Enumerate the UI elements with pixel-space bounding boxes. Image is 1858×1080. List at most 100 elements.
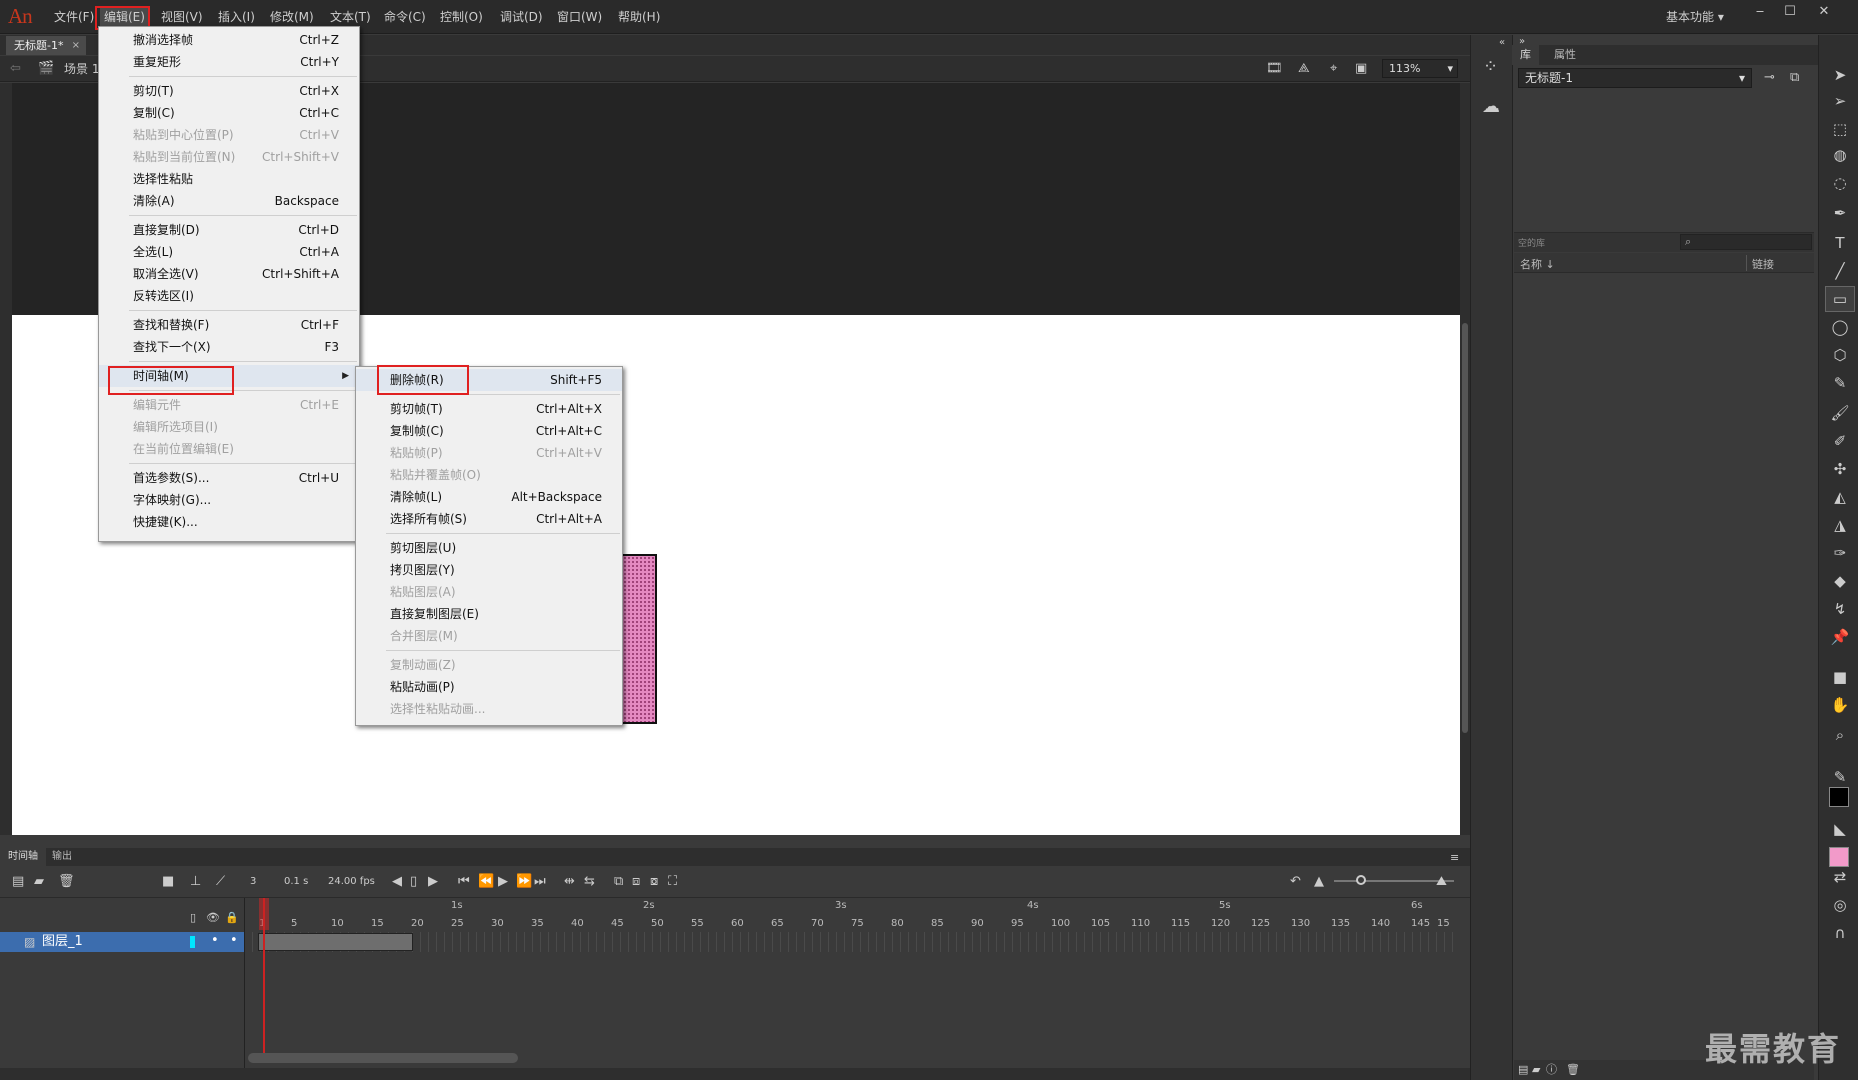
polystar-icon[interactable]: ⬡ [1829, 345, 1851, 365]
menu-4[interactable]: 插入(I) [214, 6, 259, 28]
delete-layer-icon[interactable]: 🗑 [58, 874, 75, 890]
onion-outline-icon[interactable]: ⧈ [632, 874, 640, 890]
stroke-color-icon[interactable]: ✎ [1829, 767, 1851, 787]
new-library-panel-icon[interactable]: ⧉ [1790, 70, 1799, 86]
playhead[interactable] [263, 898, 265, 1053]
workspace-switcher[interactable]: 基本功能 ▾ [1666, 7, 1724, 27]
properties-icon[interactable]: ⓘ [1546, 1062, 1557, 1078]
tab-library[interactable]: 库 [1512, 45, 1539, 65]
edit-scene-icon[interactable]: 🎞 [1266, 61, 1283, 77]
document-tab[interactable]: 无标题-1* × [6, 36, 86, 55]
edit-multiple-frames-icon[interactable]: ⧇ [650, 874, 658, 890]
elapsed-time[interactable]: 0.1 s [284, 874, 308, 890]
zoom-tool-icon[interactable]: ⌕ [1829, 725, 1851, 745]
edit-menu-item[interactable]: 撤消选择帧 Ctrl+Z [99, 29, 359, 51]
tab-timeline[interactable]: 时间轴 [0, 848, 46, 866]
center-frame-icon[interactable]: ⇹ [564, 874, 575, 890]
object-drawing-icon[interactable]: ∩ [1829, 923, 1851, 943]
edit-menu-item[interactable]: 剪切(T) Ctrl+X [99, 80, 359, 102]
scrollbar-thumb[interactable] [1462, 323, 1468, 733]
timeline-menu-item[interactable]: 拷贝图层(Y) [356, 559, 622, 581]
eye-icon[interactable]: 👁 [206, 910, 220, 926]
eyedropper-icon[interactable]: ✑ [1829, 543, 1851, 563]
eraser-icon[interactable]: ◆ [1829, 571, 1851, 591]
tab-properties[interactable]: 属性 [1546, 45, 1584, 65]
center-stage-icon[interactable]: ⌖ [1330, 61, 1337, 77]
clip-content-icon[interactable]: ▣ [1355, 61, 1367, 77]
fill-swatch[interactable] [1829, 847, 1849, 867]
ink-bottle-icon[interactable]: ◮ [1829, 515, 1851, 535]
timeline-menu-item[interactable]: 粘贴动画(P) [356, 676, 622, 698]
edit-menu-item[interactable]: 清除(A) Backspace [99, 190, 359, 212]
menu-1[interactable]: 文件(F) [50, 6, 98, 28]
menu-9[interactable]: 调试(D) [496, 6, 547, 28]
outline-header-icon[interactable]: ▯ [190, 910, 196, 926]
pen-tool-icon[interactable]: ✒ [1829, 203, 1851, 223]
frame-rate[interactable]: 24.00 fps [328, 874, 375, 890]
new-layer-icon[interactable]: ▤ [12, 874, 24, 890]
minimize-icon[interactable]: ‒ [1746, 2, 1774, 22]
swap-colors-icon[interactable]: ⇄ [1829, 867, 1851, 887]
camera-icon[interactable]: ■ [162, 874, 174, 890]
timeline-menu-item[interactable]: 直接复制图层(E) [356, 603, 622, 625]
tab-output[interactable]: 输出 [44, 848, 80, 866]
frame-grid[interactable] [245, 932, 1455, 952]
pink-rectangle-shape[interactable] [621, 554, 657, 724]
edit-menu-item[interactable]: 快捷键(K)... [99, 511, 359, 533]
timeline-menu-item[interactable]: 清除帧(L) Alt+Backspace [356, 486, 622, 508]
line-tool-icon[interactable]: ╱ [1829, 261, 1851, 281]
current-frame[interactable]: 3 [250, 874, 256, 890]
edit-menu-item[interactable]: 首选参数(S)... Ctrl+U [99, 467, 359, 489]
edit-symbol-icon[interactable]: ⟁ [1298, 61, 1310, 77]
maximize-icon[interactable]: ☐ [1776, 2, 1804, 22]
onion-skin-icon[interactable]: ⧉ [614, 874, 623, 890]
paint-bucket-icon[interactable]: ◭ [1829, 487, 1851, 507]
delete-icon[interactable]: 🗑 [1566, 1062, 1580, 1078]
edit-menu-item[interactable]: 复制(C) Ctrl+C [99, 102, 359, 124]
zoom-out-icon[interactable]: ▲ [1314, 874, 1324, 890]
cc-libraries-icon[interactable]: ☁ [1482, 98, 1500, 116]
selection-tool-icon[interactable]: ➤ [1829, 65, 1851, 85]
column-name[interactable]: 名称 ↓ [1520, 256, 1555, 272]
frame-span[interactable] [258, 933, 413, 951]
width-tool-icon[interactable]: ↯ [1829, 599, 1851, 619]
collapse-icon[interactable]: « [1499, 35, 1505, 51]
layer-row[interactable]: ▨ 图层_1 • • [0, 932, 244, 952]
unlock-dot[interactable]: • [230, 933, 238, 949]
pin-icon[interactable]: ⊸ [1764, 70, 1775, 86]
timeline-menu-item[interactable]: 删除帧(R) Shift+F5 [356, 369, 622, 391]
timeline-ruler[interactable]: 15 10 15 20 25 30 35 40 45 50 55 60 65 70 75 80 85 90 95 10… [245, 898, 1455, 932]
menu-7[interactable]: 命令(C) [380, 6, 430, 28]
step-forward-icon[interactable]: ▶ [428, 874, 438, 890]
stroke-swatch[interactable] [1829, 787, 1849, 807]
new-symbol-icon[interactable]: ▤ [1518, 1062, 1528, 1078]
camera-tool-icon[interactable]: ■ [1829, 667, 1851, 687]
back-arrow-icon[interactable]: ⇦ [10, 61, 21, 77]
menu-5[interactable]: 修改(M) [266, 6, 318, 28]
3d-rotation-icon[interactable]: ◍ [1829, 145, 1851, 165]
library-search-input[interactable]: ⌕ [1680, 234, 1812, 250]
paint-brush-icon[interactable]: 🖌 [1829, 403, 1851, 423]
free-transform-icon[interactable]: ⬚ [1829, 119, 1851, 139]
timeline-menu-item[interactable]: 剪切图层(U) [356, 537, 622, 559]
play-icon[interactable]: ▶ [498, 874, 508, 890]
close-icon[interactable]: ✕ [1810, 2, 1838, 22]
column-linkage[interactable]: 链接 [1752, 256, 1774, 272]
graph-icon[interactable]: ⟋ [216, 874, 225, 890]
subselection-tool-icon[interactable]: ➢ [1829, 91, 1851, 111]
hand-tool-icon[interactable]: ✋ [1829, 695, 1851, 715]
edit-menu-item[interactable]: 选择性粘贴 [99, 168, 359, 190]
snap-icon[interactable]: ◎ [1829, 895, 1851, 915]
edit-menu-item[interactable]: 反转选区(I) [99, 285, 359, 307]
go-to-last-icon[interactable]: ⏭ [534, 874, 546, 890]
new-folder-icon[interactable]: ▰ [1532, 1062, 1540, 1078]
bone-tool-icon[interactable]: ✣ [1829, 459, 1851, 479]
prev-frame-icon[interactable]: ⏪ [478, 874, 494, 890]
edit-menu-item[interactable]: 查找和替换(F) Ctrl+F [99, 314, 359, 336]
edit-menu-item[interactable]: 直接复制(D) Ctrl+D [99, 219, 359, 241]
layer-name[interactable]: 图层_1 [42, 934, 83, 950]
timeline-menu-item[interactable]: 复制帧(C) Ctrl+Alt+C [356, 420, 622, 442]
menu-11[interactable]: 帮助(H) [614, 6, 664, 28]
pin-tool-icon[interactable]: 📌 [1829, 627, 1851, 647]
edit-menu-item[interactable]: 重复矩形 Ctrl+Y [99, 51, 359, 73]
